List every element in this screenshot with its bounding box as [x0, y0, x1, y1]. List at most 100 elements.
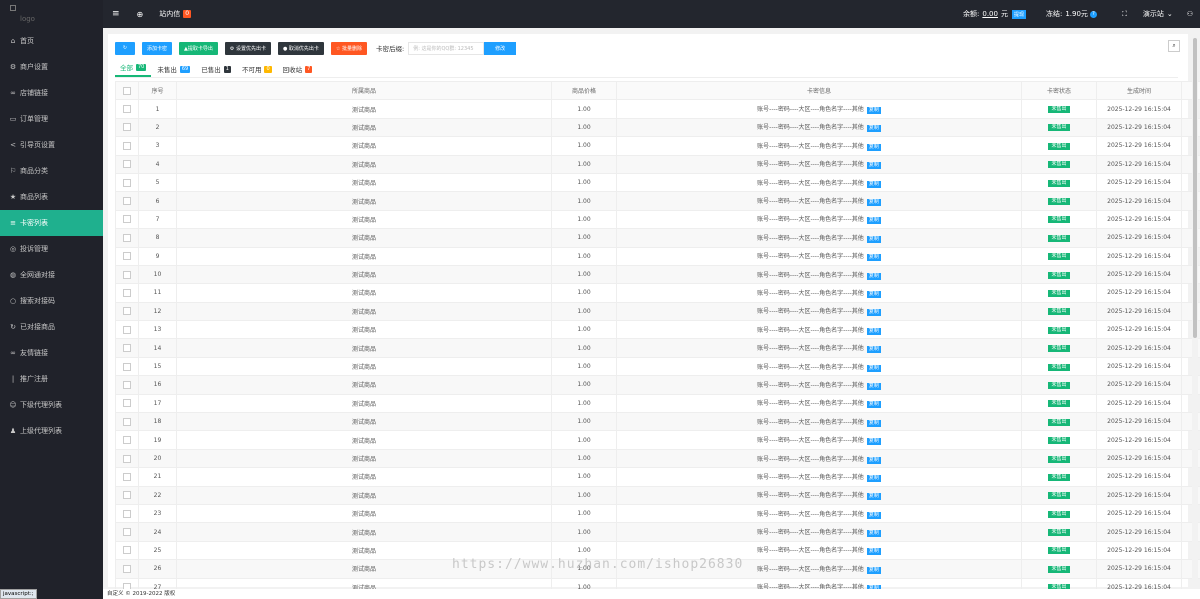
row-select-cell[interactable]	[115, 301, 139, 322]
column-header[interactable]: 序号	[138, 80, 177, 101]
row-select-cell[interactable]	[115, 393, 139, 414]
copy-button[interactable]: 复制	[866, 107, 881, 115]
card-suffix-submit-button[interactable]: 修改	[484, 41, 517, 55]
copy-button[interactable]: 复制	[866, 309, 881, 317]
globe-icon[interactable]: ⊕	[137, 10, 144, 19]
row-select-cell[interactable]	[115, 117, 139, 138]
row-checkbox[interactable]	[123, 491, 131, 500]
row-select-cell[interactable]	[115, 136, 139, 156]
set-priority-button[interactable]: ⚙ 设置优先出卡	[224, 41, 271, 55]
row-select-cell[interactable]	[115, 356, 139, 377]
row-checkbox[interactable]	[123, 160, 131, 169]
add-card-button[interactable]: 添加卡密	[142, 41, 173, 55]
sidebar-item[interactable]: ♟ 上级代理列表	[0, 418, 103, 444]
sidebar-item[interactable]: ↻ 已对接商品	[0, 314, 103, 340]
logo[interactable]: logo	[0, 0, 103, 28]
table-row[interactable]: 3 测试商品 1.00 账号----密码----大区----角色名字----其他 复制未…	[115, 136, 1200, 156]
table-row[interactable]: 5 测试商品 1.00 账号----密码----大区----角色名字----其他 复制未…	[115, 172, 1200, 193]
sidebar-item[interactable]: ∞ 友情链接	[0, 340, 103, 366]
row-select-cell[interactable]	[115, 209, 139, 230]
row-checkbox[interactable]	[123, 197, 131, 206]
card-suffix-input[interactable]: 例: 这是你的QQ群: 12345	[408, 41, 485, 55]
row-select-cell[interactable]	[115, 320, 139, 340]
sidebar-item[interactable]: ★ 商品列表	[0, 184, 103, 210]
table-row[interactable]: 2 测试商品 1.00 账号----密码----大区----角色名字----其他 复制未…	[115, 117, 1200, 138]
sidebar-item[interactable]: ≡ 卡密列表	[0, 210, 103, 236]
sidebar-item[interactable]: ☺ 下级代理列表	[0, 392, 103, 418]
sidebar-item[interactable]: | 推广注册	[0, 366, 103, 392]
row-select-cell[interactable]	[115, 412, 139, 432]
theme-icon[interactable]: ⚇	[1187, 10, 1193, 18]
row-select-cell[interactable]	[115, 228, 139, 248]
tab[interactable]: 回收站 7	[278, 64, 318, 77]
row-select-cell[interactable]	[115, 485, 139, 505]
row-checkbox[interactable]	[123, 105, 131, 114]
row-select-cell[interactable]	[115, 338, 139, 358]
row-select-cell[interactable]	[115, 99, 139, 119]
copy-button[interactable]: 复制	[866, 364, 881, 372]
row-select-cell[interactable]	[115, 540, 139, 561]
row-select-cell[interactable]	[115, 522, 139, 542]
copy-button[interactable]: 复制	[866, 566, 881, 574]
row-checkbox[interactable]	[123, 546, 131, 555]
row-select-cell[interactable]	[115, 430, 139, 450]
copy-button[interactable]: 复制	[866, 272, 881, 280]
copy-button[interactable]: 复制	[866, 217, 881, 225]
tab[interactable]: 全部 70	[115, 62, 152, 77]
table-row[interactable]: 7 测试商品 1.00 账号----密码----大区----角色名字----其他 复制未…	[115, 209, 1200, 230]
refresh-button[interactable]: ↻	[115, 41, 135, 55]
row-select-cell[interactable]	[115, 191, 139, 211]
row-checkbox[interactable]	[123, 472, 131, 481]
column-header[interactable]: 卡密信息	[616, 80, 1022, 101]
row-checkbox[interactable]	[123, 564, 131, 573]
row-checkbox[interactable]	[123, 123, 131, 132]
copy-button[interactable]: 复制	[866, 474, 881, 482]
row-checkbox[interactable]	[123, 399, 131, 408]
row-checkbox[interactable]	[123, 233, 131, 242]
sidebar-item[interactable]: ▭ 订单管理	[0, 106, 103, 132]
row-select-cell[interactable]	[115, 246, 139, 266]
table-row[interactable]: 22 测试商品 1.00 账号----密码----大区----角色名字----其他 复制…	[115, 485, 1200, 505]
table-row[interactable]: 16 测试商品 1.00 账号----密码----大区----角色名字----其他 复制…	[115, 375, 1200, 395]
copy-button[interactable]: 复制	[866, 401, 881, 409]
table-row[interactable]: 11 测试商品 1.00 账号----密码----大区----角色名字----其他 复制…	[115, 283, 1200, 303]
row-checkbox[interactable]	[123, 454, 131, 463]
copy-button[interactable]: 复制	[866, 180, 881, 188]
sidebar-item[interactable]: ◎ 投诉管理	[0, 236, 103, 262]
balance-value[interactable]: 0.00	[982, 10, 998, 18]
sidebar-item[interactable]: ○ 搜索对接码	[0, 288, 103, 314]
sidebar-item[interactable]: ⌂ 首页	[0, 28, 103, 54]
row-checkbox[interactable]	[123, 344, 131, 353]
scrollbar-thumb[interactable]	[1193, 38, 1197, 338]
search-button[interactable]: ⌕	[1168, 40, 1180, 52]
table-row[interactable]: 24 测试商品 1.00 账号----密码----大区----角色名字----其他 复制…	[115, 522, 1200, 542]
copy-button[interactable]: 复制	[866, 254, 881, 262]
tab[interactable]: 不可用 0	[237, 64, 277, 77]
table-row[interactable]: 9 测试商品 1.00 账号----密码----大区----角色名字----其他 复制未…	[115, 246, 1200, 266]
column-header[interactable]: 商品价格	[551, 80, 617, 101]
row-checkbox[interactable]	[123, 380, 131, 389]
table-row[interactable]: 1 测试商品 1.00 账号----密码----大区----角色名字----其他 复制未…	[115, 99, 1200, 119]
tab[interactable]: 未售出 69	[152, 64, 195, 77]
sidebar-item[interactable]: < 引导页设置	[0, 132, 103, 158]
copy-button[interactable]: 复制	[866, 125, 881, 133]
copy-button[interactable]: 复制	[866, 511, 881, 519]
copy-button[interactable]: 复制	[866, 456, 881, 464]
copy-button[interactable]: 复制	[866, 199, 881, 207]
table-row[interactable]: 20 测试商品 1.00 账号----密码----大区----角色名字----其他 复制…	[115, 448, 1200, 469]
row-select-cell[interactable]	[115, 467, 139, 487]
row-checkbox[interactable]	[123, 288, 131, 297]
row-select-cell[interactable]	[115, 375, 139, 395]
table-row[interactable]: 4 测试商品 1.00 账号----密码----大区----角色名字----其他 复制未…	[115, 154, 1200, 174]
row-select-cell[interactable]	[115, 448, 139, 469]
copy-button[interactable]: 复制	[866, 438, 881, 446]
row-select-cell[interactable]	[115, 283, 139, 303]
table-row[interactable]: 18 测试商品 1.00 账号----密码----大区----角色名字----其他 复制…	[115, 412, 1200, 432]
cancel-priority-button[interactable]: ● 取消优先出卡	[277, 41, 324, 55]
row-checkbox[interactable]	[123, 141, 131, 150]
row-select-cell[interactable]	[115, 264, 139, 285]
site-messages[interactable]: 站内信 0	[159, 9, 192, 19]
table-row[interactable]: 6 测试商品 1.00 账号----密码----大区----角色名字----其他 复制未…	[115, 191, 1200, 211]
scrollbar[interactable]	[1192, 34, 1198, 589]
copy-button[interactable]: 复制	[866, 290, 881, 298]
